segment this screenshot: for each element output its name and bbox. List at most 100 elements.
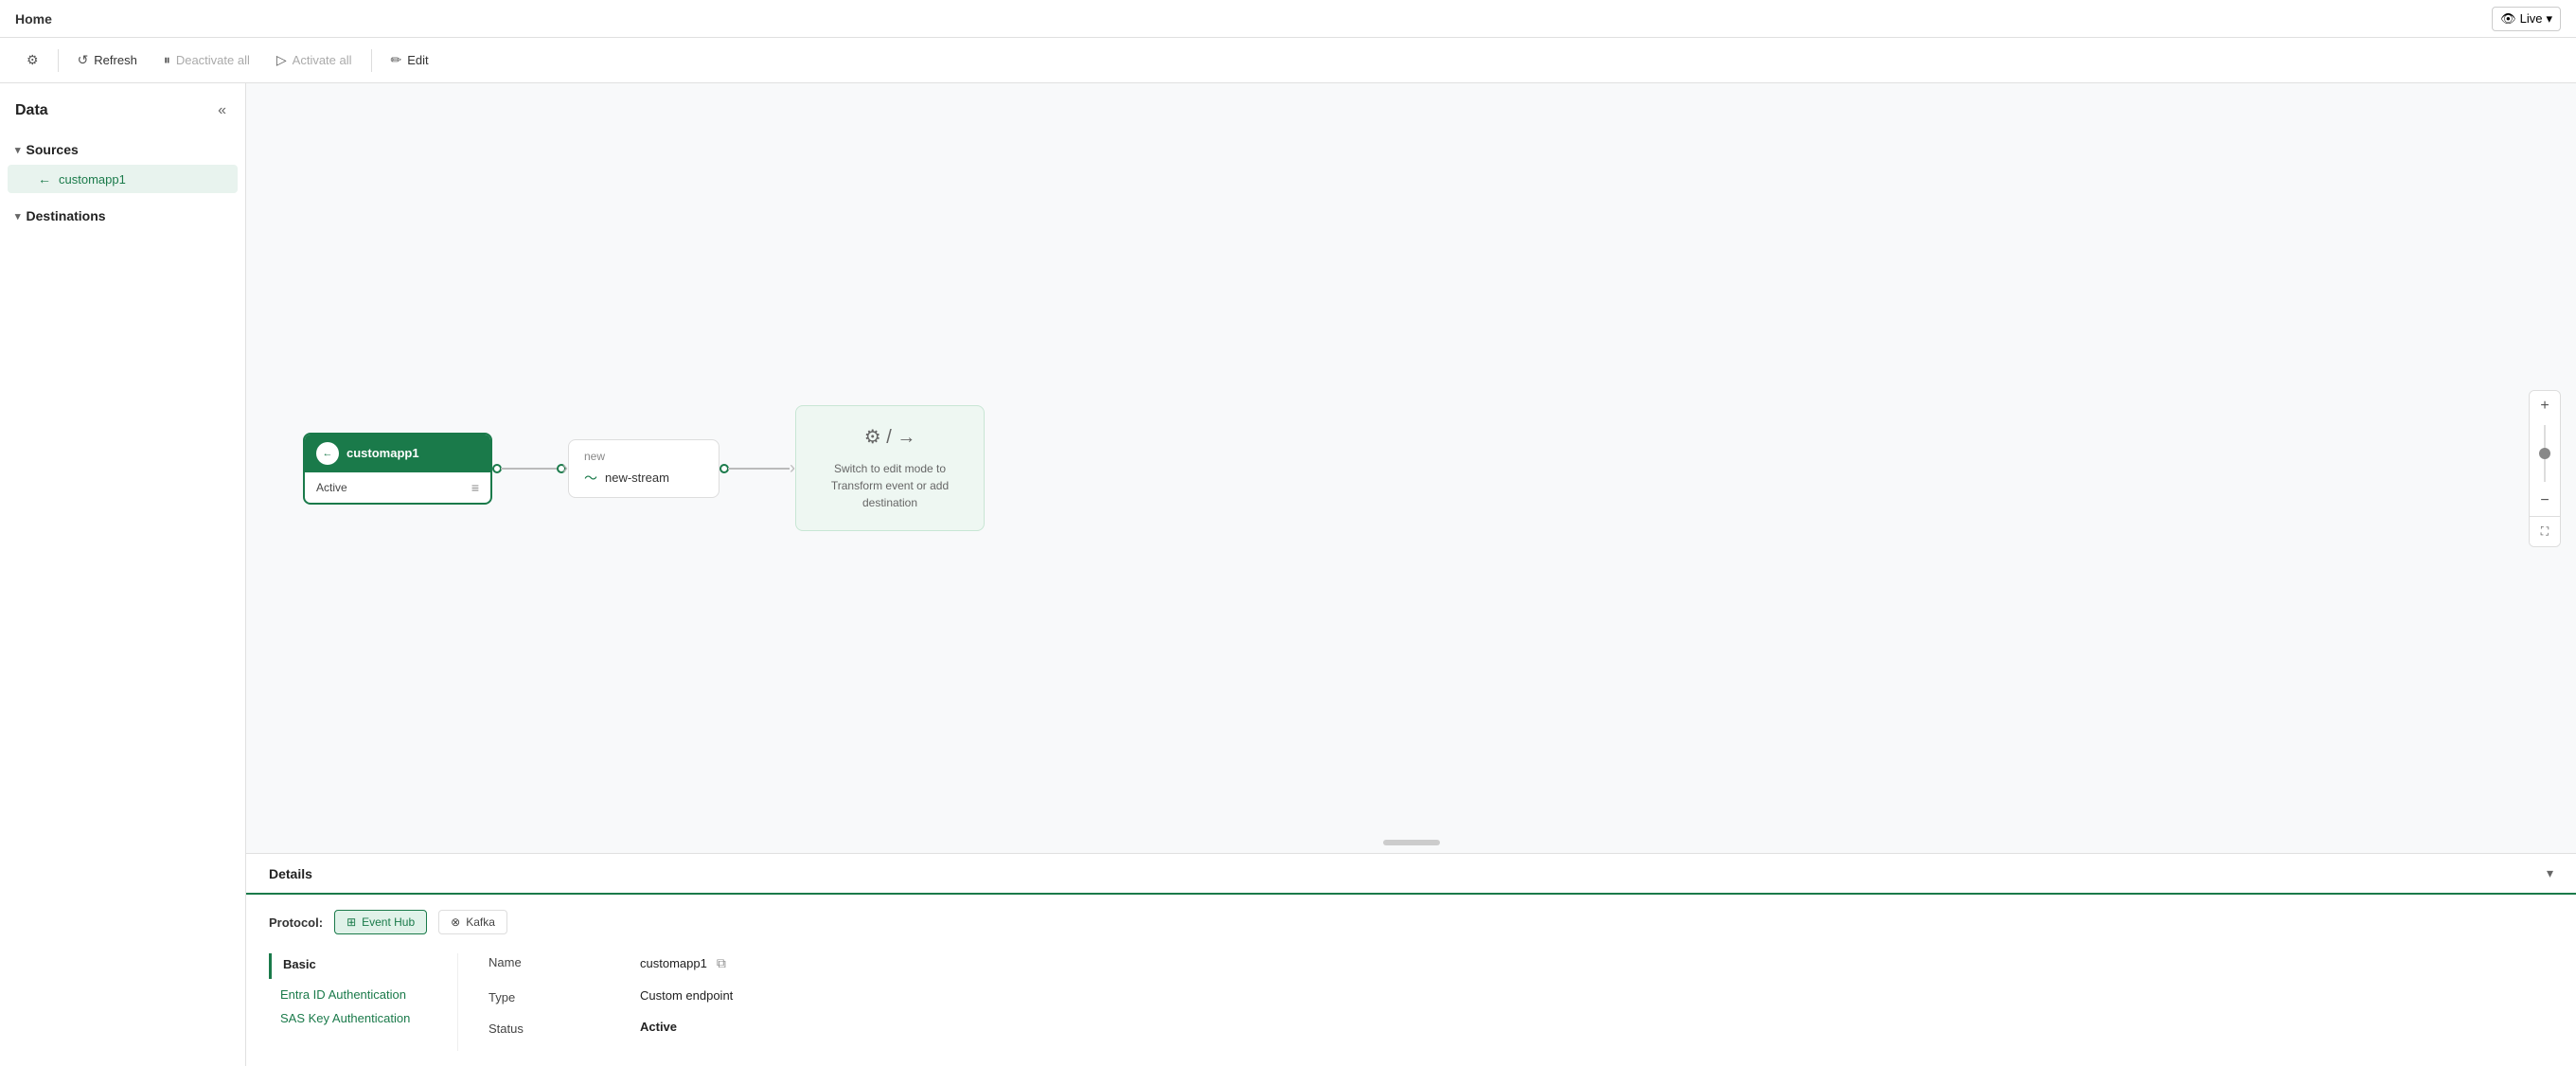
protocol-eventhub-button[interactable]: ⊞ Event Hub: [334, 910, 427, 934]
refresh-icon: ↺: [78, 52, 89, 68]
settings-button[interactable]: ⚙: [15, 46, 50, 74]
connection-line-1: [501, 468, 558, 470]
customapp1-label: customapp1: [59, 172, 126, 187]
destinations-label: Destinations: [27, 208, 106, 223]
source-node-status: Active: [316, 481, 347, 494]
title-bar: Home 👁 Live ▾: [0, 0, 2576, 38]
dest-hint-text: Switch to edit mode to Transform event o…: [811, 460, 968, 511]
sources-section-header[interactable]: ▾ Sources: [0, 134, 245, 165]
deactivate-icon: ⏸: [164, 52, 170, 68]
page-title: Home: [15, 11, 52, 27]
status-value-text: Active: [640, 1020, 677, 1034]
destinations-chevron-icon: ▾: [15, 210, 21, 222]
source-node-menu-icon[interactable]: ≡: [471, 480, 479, 495]
live-badge-container: 👁 Live ▾: [2492, 7, 2561, 31]
dest-hint-icons: ⚙ / →: [811, 425, 968, 449]
destination-hint-node: ⚙ / → Switch to edit mode to Transform e…: [795, 405, 985, 531]
connection-line-2: [728, 468, 790, 470]
zoom-out-icon: −: [2540, 492, 2549, 509]
field-label-type: Type: [489, 988, 640, 1004]
activate-all-button[interactable]: ▷ Activate all: [265, 46, 364, 74]
source-node-customapp1[interactable]: ← customapp1 Active ≡: [303, 433, 492, 505]
eventhub-icon: ⊞: [346, 915, 356, 929]
type-value-text: Custom endpoint: [640, 988, 733, 1003]
edit-button[interactable]: ✏ Edit: [380, 46, 440, 74]
sidebar-collapse-button[interactable]: «: [214, 98, 230, 123]
zoom-slider-thumb: [2539, 448, 2550, 459]
connection-stream-to-dest: ›: [720, 458, 795, 478]
deactivate-all-button[interactable]: ⏸ Deactivate all: [152, 46, 261, 74]
refresh-button[interactable]: ↺ Refresh: [66, 46, 149, 74]
sidebar-header: Data «: [0, 83, 245, 131]
destinations-section: ▾ Destinations: [0, 197, 245, 235]
settings-icon: ⚙: [27, 52, 39, 68]
zoom-controls: + − ⛶: [2529, 390, 2561, 547]
stream-node-icon: 〜: [584, 469, 597, 488]
field-value-name: customapp1 ⧉: [640, 953, 2553, 973]
copy-name-button[interactable]: ⧉: [715, 953, 728, 973]
chevron-down-icon: ▾: [2546, 11, 2552, 27]
edit-label: Edit: [407, 53, 428, 67]
main-layout: Data « ▾ Sources ← customapp1 ▾ Destinat…: [0, 83, 2576, 1066]
destinations-section-header[interactable]: ▾ Destinations: [0, 201, 245, 231]
zoom-fit-button[interactable]: ⛶: [2530, 516, 2560, 546]
canvas-scrollbar-hint: [1383, 840, 1440, 845]
details-nav-section-title: Basic: [269, 953, 442, 979]
details-nav: Basic Entra ID Authentication SAS Key Au…: [269, 953, 458, 1051]
stream-node-new[interactable]: new 〜 new-stream: [568, 439, 720, 498]
fit-icon: ⛶: [2541, 524, 2549, 539]
source-icon-arrow: ←: [323, 448, 333, 459]
refresh-label: Refresh: [94, 53, 137, 67]
transform-icon: ⚙: [864, 427, 881, 448]
toolbar-divider-1: [58, 49, 59, 72]
toolbar: ⚙ ↺ Refresh ⏸ Deactivate all ▷ Activate …: [0, 38, 2576, 83]
eventhub-label: Event Hub: [362, 915, 415, 929]
sidebar-title: Data: [15, 102, 48, 119]
protocol-kafka-button[interactable]: ⊗ Kafka: [438, 910, 507, 934]
zoom-in-icon: +: [2540, 398, 2549, 415]
zoom-in-button[interactable]: +: [2530, 391, 2560, 421]
stream-node-title: new: [584, 450, 703, 463]
collapse-icon: «: [218, 102, 226, 118]
details-chevron-icon: ▾: [2547, 865, 2553, 881]
flow-canvas: ← customapp1 Active ≡: [246, 83, 2576, 853]
zoom-slider-track: [2544, 425, 2546, 482]
connection-source-to-stream: ›: [492, 458, 568, 478]
flow-canvas-container: ← customapp1 Active ≡: [246, 83, 2576, 853]
field-value-type: Custom endpoint: [640, 988, 2553, 1003]
sources-chevron-icon: ▾: [15, 144, 21, 156]
canvas-area: ← customapp1 Active ≡: [246, 83, 2576, 1066]
stream-node-item: 〜 new-stream: [584, 469, 703, 488]
slash-separator: /: [886, 427, 897, 448]
field-label-name: Name: [489, 953, 640, 969]
flow-nodes: ← customapp1 Active ≡: [303, 405, 985, 531]
sidebar-item-customapp1[interactable]: ← customapp1: [8, 165, 238, 193]
deactivate-all-label: Deactivate all: [176, 53, 250, 67]
sidebar: Data « ▾ Sources ← customapp1 ▾ Destinat…: [0, 83, 246, 1066]
details-fields: Name customapp1 ⧉ Type: [458, 953, 2553, 1051]
details-panel: Details ▾ Protocol: ⊞ Event Hub ⊗ Kafka: [246, 853, 2576, 1066]
live-dropdown[interactable]: 👁 Live ▾: [2492, 7, 2561, 31]
kafka-label: Kafka: [466, 915, 495, 929]
protocol-row: Protocol: ⊞ Event Hub ⊗ Kafka: [269, 910, 2553, 934]
stream-node-name: new-stream: [605, 471, 669, 485]
field-row-status: Status Active: [489, 1020, 2553, 1036]
live-label: Live: [2520, 11, 2543, 26]
source-node-title: customapp1: [346, 446, 419, 460]
details-title: Details: [269, 866, 312, 881]
details-nav-item-sas[interactable]: SAS Key Authentication: [269, 1006, 442, 1030]
destination-icon: →: [897, 427, 915, 448]
source-node-body: Active ≡: [305, 472, 490, 503]
toolbar-divider-2: [371, 49, 372, 72]
activate-all-label: Activate all: [293, 53, 352, 67]
edit-icon: ✏: [391, 52, 402, 68]
details-header[interactable]: Details ▾: [246, 854, 2576, 895]
details-nav-item-entra[interactable]: Entra ID Authentication: [269, 983, 442, 1006]
customapp1-icon: ←: [38, 171, 51, 187]
zoom-out-button[interactable]: −: [2530, 486, 2560, 516]
protocol-label: Protocol:: [269, 915, 323, 930]
source-node-icon: ←: [316, 442, 339, 465]
copy-icon: ⧉: [717, 955, 726, 970]
sources-label: Sources: [27, 142, 79, 157]
sources-section: ▾ Sources ← customapp1: [0, 131, 245, 197]
